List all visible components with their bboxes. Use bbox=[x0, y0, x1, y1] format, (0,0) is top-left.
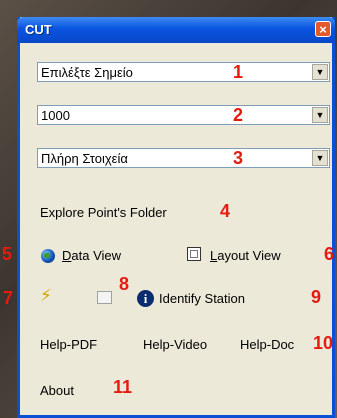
detail-select[interactable]: Πλήρη Στοιχεία ▼ bbox=[37, 148, 330, 168]
scale-select[interactable]: 1000 ▼ bbox=[37, 105, 330, 125]
layout-view-icon bbox=[187, 247, 201, 261]
explore-folder-button[interactable]: Explore Point's Folder bbox=[40, 205, 167, 220]
layout-view-button[interactable]: Layout View bbox=[210, 248, 281, 263]
layout-view-label: ayout View bbox=[217, 248, 281, 263]
data-view-button[interactable]: Data View bbox=[62, 248, 121, 263]
data-view-label: ata View bbox=[71, 248, 122, 263]
detail-select-value: Πλήρη Στοιχεία bbox=[41, 151, 128, 166]
close-button[interactable]: × bbox=[315, 21, 331, 37]
marker-10: 10 bbox=[313, 333, 334, 353]
lightning-icon[interactable]: ⚡ bbox=[40, 286, 52, 306]
help-doc-button[interactable]: Help-Doc bbox=[240, 337, 294, 352]
identify-station-button[interactable]: Identify Station bbox=[159, 291, 245, 306]
tooltip-icon[interactable] bbox=[97, 291, 112, 304]
point-select[interactable]: Επιλέξτε Σημείο ▼ bbox=[37, 62, 330, 82]
detail-select-arrow-icon[interactable]: ▼ bbox=[312, 150, 328, 166]
marker-8: 8 bbox=[119, 274, 130, 294]
marker-9: 9 bbox=[311, 287, 322, 307]
marker-7: 7 bbox=[3, 288, 14, 308]
scale-select-arrow-icon[interactable]: ▼ bbox=[312, 107, 328, 123]
marker-6: 6 bbox=[324, 244, 335, 264]
marker-3: 3 bbox=[233, 148, 244, 168]
marker-5: 5 bbox=[2, 244, 13, 264]
scale-select-value: 1000 bbox=[41, 108, 70, 123]
marker-1: 1 bbox=[233, 62, 244, 82]
marker-11: 11 bbox=[113, 377, 133, 397]
marker-4: 4 bbox=[220, 201, 231, 221]
point-select-value: Επιλέξτε Σημείο bbox=[41, 65, 133, 80]
about-button[interactable]: About bbox=[40, 383, 74, 398]
help-pdf-button[interactable]: Help-PDF bbox=[40, 337, 97, 352]
info-icon: i bbox=[137, 290, 154, 307]
window-title: CUT bbox=[25, 22, 52, 37]
point-select-arrow-icon[interactable]: ▼ bbox=[312, 64, 328, 80]
marker-2: 2 bbox=[233, 105, 244, 125]
globe-icon bbox=[41, 249, 55, 263]
data-view-accel: D bbox=[62, 248, 72, 263]
cut-window: CUT × Επιλέξτε Σημείο ▼ 1 1000 ▼ 2 Πλήρη… bbox=[17, 17, 335, 418]
help-video-button[interactable]: Help-Video bbox=[143, 337, 207, 352]
title-bar[interactable]: CUT × bbox=[17, 17, 335, 43]
